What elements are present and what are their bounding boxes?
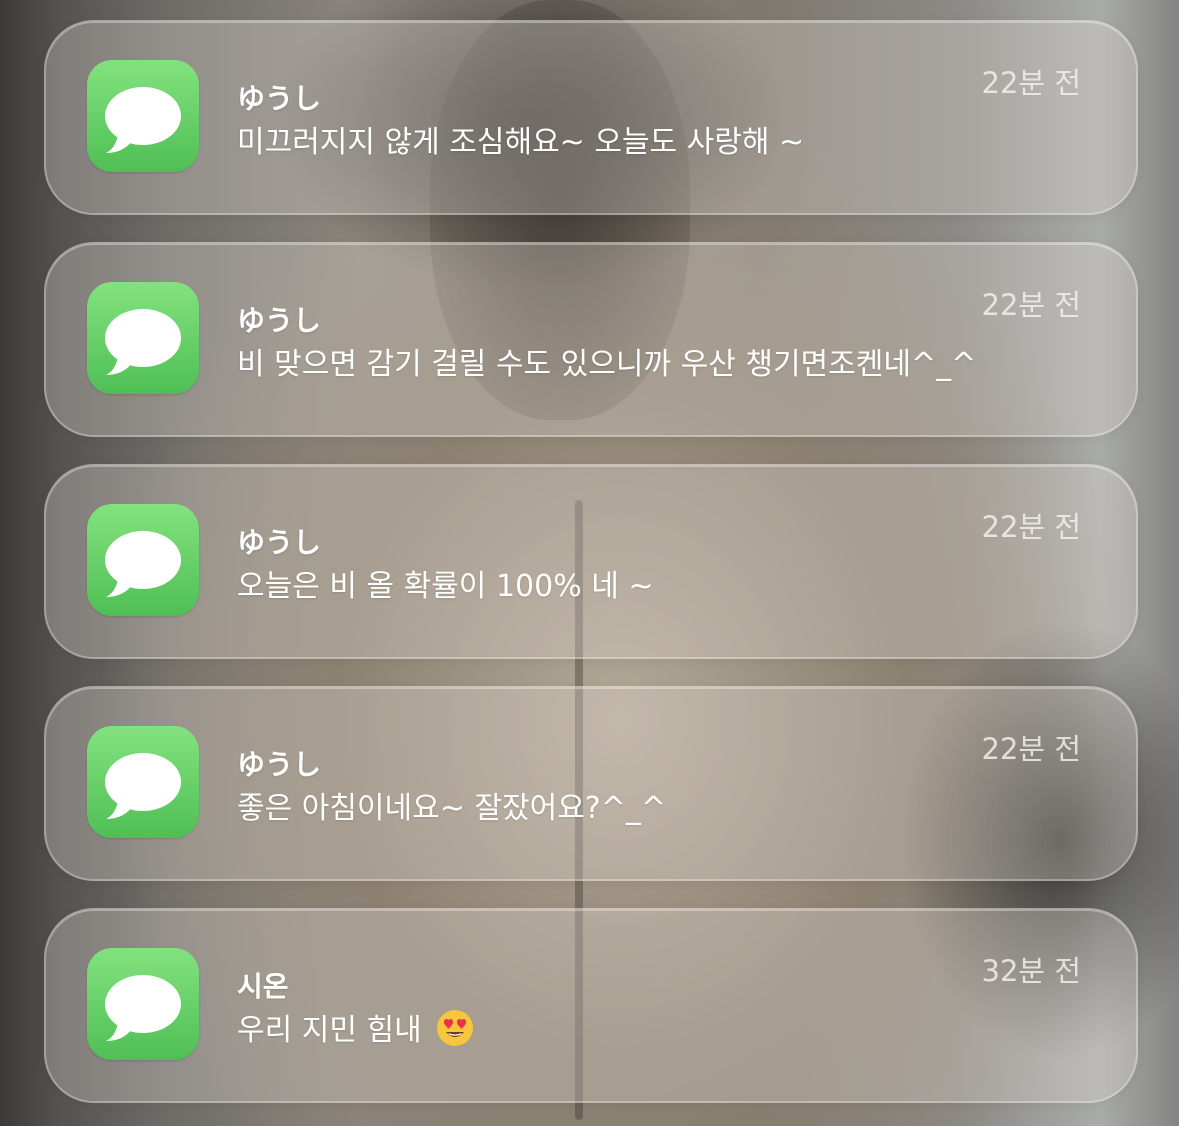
speech-bubble-icon bbox=[105, 531, 181, 597]
notification-time: 22분 전 bbox=[981, 288, 1081, 322]
notification-time: 22분 전 bbox=[981, 510, 1081, 544]
notification-stack: ゆうし 미끄러지지 않게 조심해요~ 오늘도 사랑해 ~ 22분 전 ゆうし 비… bbox=[0, 0, 1179, 1126]
messages-app-icon bbox=[87, 726, 199, 838]
notification-sender: ゆうし bbox=[237, 82, 322, 115]
messages-app-icon bbox=[87, 504, 199, 616]
messages-app-icon bbox=[87, 948, 199, 1060]
notification-message-row: 우리 지민 힘내 bbox=[237, 1005, 474, 1049]
notification-message: 오늘은 비 올 확률이 100% 네 ~ bbox=[237, 569, 654, 604]
speech-bubble-icon bbox=[105, 87, 181, 153]
notification-sender: 시온 bbox=[237, 970, 289, 1003]
notification-card[interactable]: ゆうし 비 맞으면 감기 걸릴 수도 있으니까 우산 챙기면조켄네^_^ 22분… bbox=[44, 242, 1138, 437]
notification-card[interactable]: ゆうし 미끄러지지 않게 조심해요~ 오늘도 사랑해 ~ 22분 전 bbox=[44, 20, 1138, 215]
messages-app-icon bbox=[87, 60, 199, 172]
notification-time: 22분 전 bbox=[981, 732, 1081, 766]
messages-app-icon bbox=[87, 282, 199, 394]
heart-eyes-emoji-icon bbox=[436, 1010, 473, 1046]
speech-bubble-icon bbox=[105, 975, 181, 1041]
notification-sender: ゆうし bbox=[237, 304, 322, 337]
notification-card[interactable]: ゆうし 좋은 아침이네요~ 잘잤어요?^_^ 22분 전 bbox=[44, 686, 1138, 881]
notification-sender: ゆうし bbox=[237, 526, 322, 559]
notification-card[interactable]: ゆうし 오늘은 비 올 확률이 100% 네 ~ 22분 전 bbox=[44, 464, 1138, 659]
notification-message: 좋은 아침이네요~ 잘잤어요?^_^ bbox=[237, 791, 667, 826]
notification-time: 22분 전 bbox=[981, 66, 1081, 100]
notification-message: 비 맞으면 감기 걸릴 수도 있으니까 우산 챙기면조켄네^_^ bbox=[237, 347, 977, 382]
notification-message: 우리 지민 힘내 bbox=[237, 1013, 422, 1048]
speech-bubble-icon bbox=[105, 309, 181, 375]
notification-card[interactable]: 시온 우리 지민 힘내 32분 전 bbox=[44, 908, 1138, 1103]
speech-bubble-icon bbox=[105, 753, 181, 819]
notification-time: 32분 전 bbox=[981, 954, 1081, 988]
notification-sender: ゆうし bbox=[237, 748, 322, 781]
notification-message: 미끄러지지 않게 조심해요~ 오늘도 사랑해 ~ bbox=[237, 125, 805, 160]
